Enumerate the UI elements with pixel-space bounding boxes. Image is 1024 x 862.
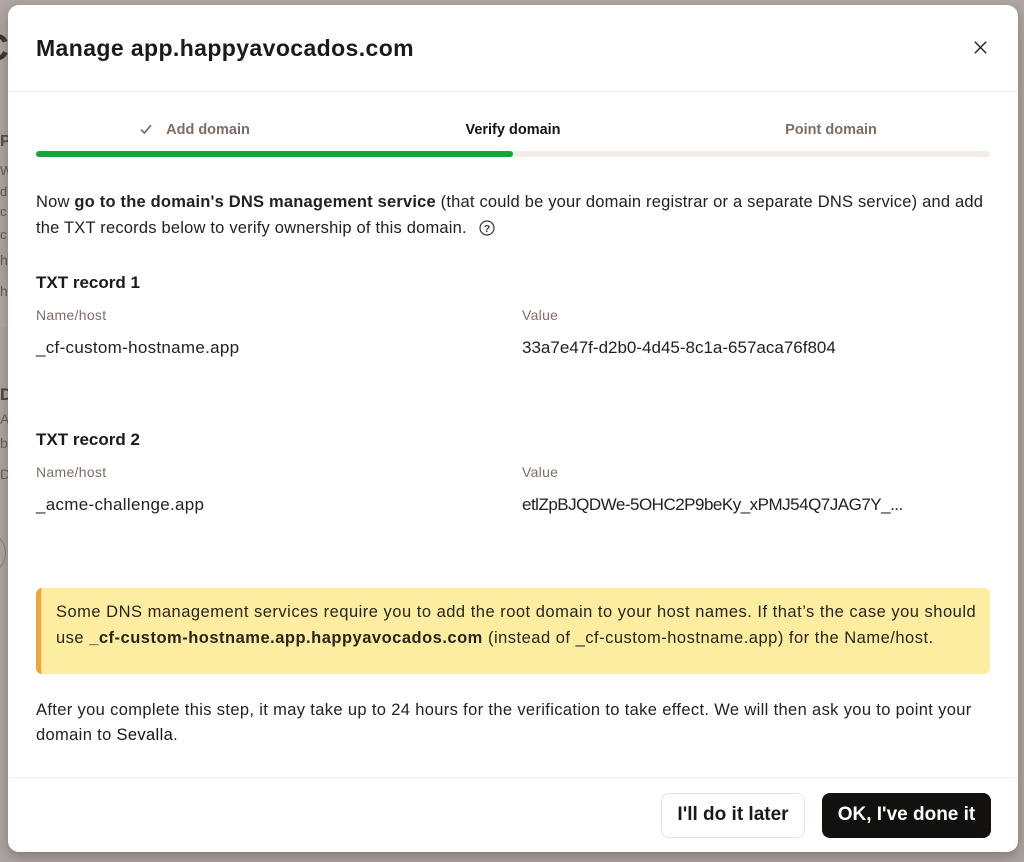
- svg-text:?: ?: [483, 222, 490, 234]
